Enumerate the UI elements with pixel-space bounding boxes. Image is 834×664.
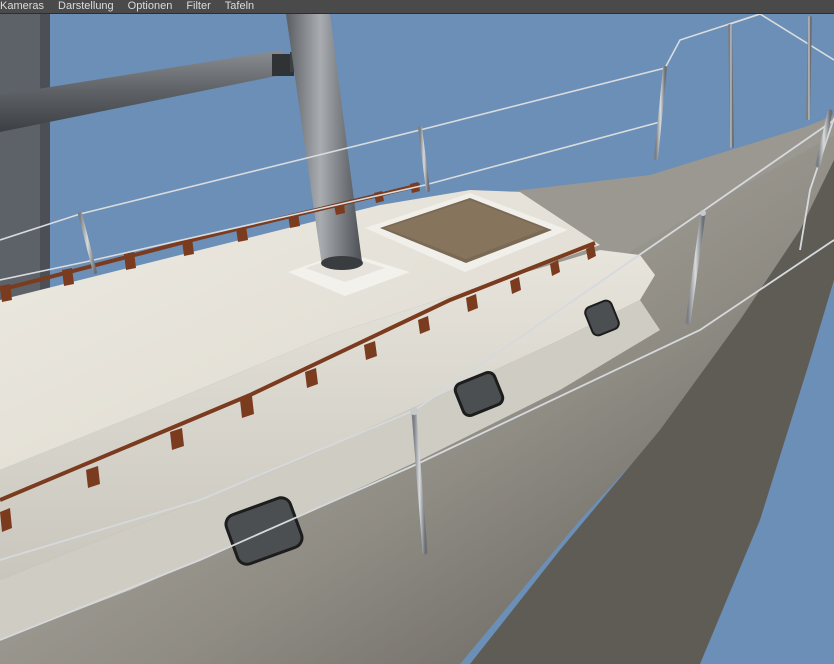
menu-kameras[interactable]: Kameras [0,0,51,13]
3d-viewport[interactable] [0,14,834,664]
menu-optionen[interactable]: Optionen [121,0,180,13]
sailboat-render [0,14,834,664]
viewport-menu-bar: Kameras Darstellung Optionen Filter Tafe… [0,0,834,14]
menu-tafeln[interactable]: Tafeln [218,0,261,13]
menu-darstellung[interactable]: Darstellung [51,0,121,13]
menu-filter[interactable]: Filter [179,0,217,13]
